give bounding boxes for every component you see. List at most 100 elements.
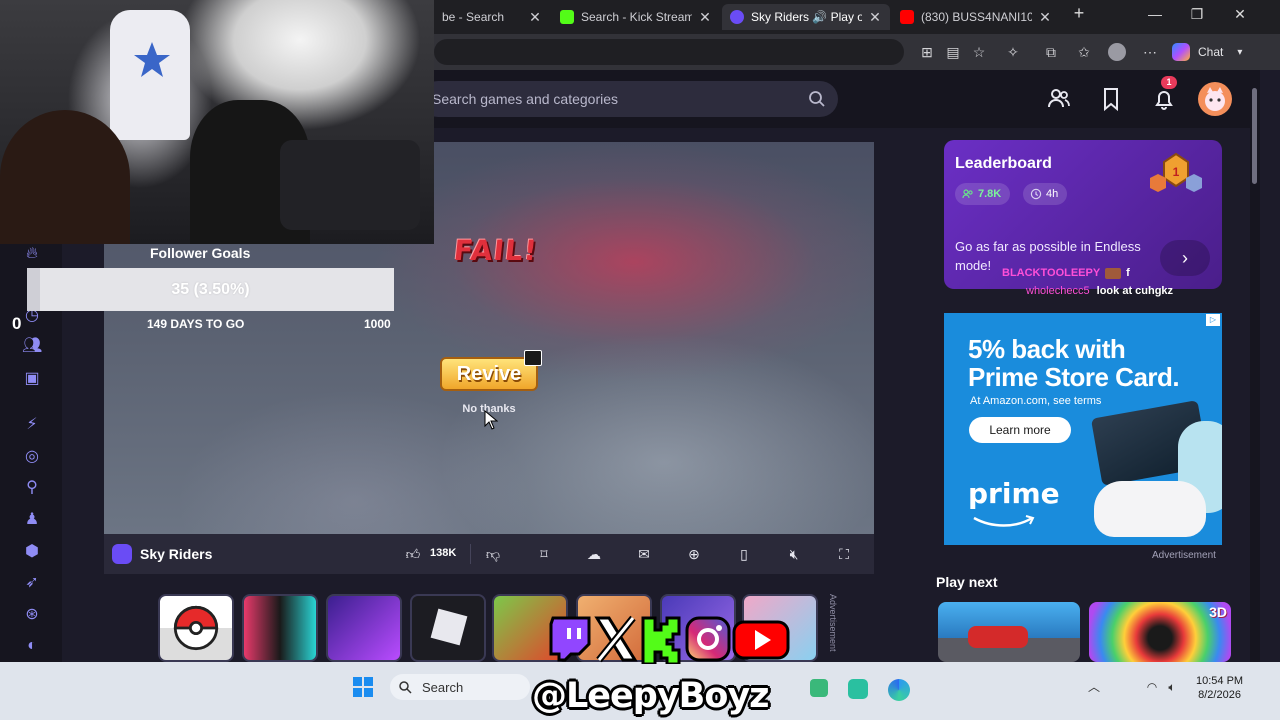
clock-date: 8/2/2026	[1198, 689, 1241, 701]
youtube-favicon-icon	[900, 10, 914, 24]
notification-bell-icon[interactable]	[1151, 86, 1177, 112]
learn-more-button[interactable]: Learn more	[969, 417, 1071, 443]
game-control-bar: Sky Riders 👍︎ 138K 👎︎ ⌑ ☁ ✉ ⊕ ▯ 🔇︎ ⛶	[104, 534, 874, 574]
search-icon	[399, 681, 412, 694]
favorite-star-icon[interactable]: ☆	[970, 43, 988, 61]
mobile-icon[interactable]: ▯	[735, 545, 753, 563]
time-chip: 4h	[1023, 183, 1068, 205]
mouse-cursor-icon	[484, 410, 498, 430]
ad-headline: 5% back with Prime Store Card.	[968, 334, 1180, 392]
game-thumbnail[interactable]	[158, 594, 234, 662]
game-thumbnail[interactable]	[938, 602, 1080, 662]
dislike-icon[interactable]: 👎︎	[484, 545, 502, 563]
scrollbar[interactable]	[1250, 70, 1260, 662]
extensions-icon[interactable]: ✧	[1004, 43, 1022, 61]
close-window-icon[interactable]: ✕	[1230, 6, 1250, 23]
discord-icon[interactable]	[848, 679, 868, 699]
advertisement-banner[interactable]: ▷ 5% back with Prime Store Card. At Amaz…	[944, 313, 1222, 545]
webcam-figure	[0, 110, 130, 244]
x-icon	[594, 615, 638, 663]
chat-text: f	[1126, 267, 1130, 279]
edge-icon[interactable]	[888, 679, 910, 701]
wifi-icon[interactable]: ◠	[1144, 679, 1160, 695]
bookmark-icon[interactable]	[1098, 86, 1124, 112]
ad-choices-icon[interactable]: ▷	[1206, 314, 1220, 326]
app-icon[interactable]	[810, 679, 828, 697]
person-icon[interactable]: ♟	[22, 510, 42, 530]
flame-icon[interactable]: 🔥︎	[22, 244, 42, 264]
mute-icon[interactable]: 🔇︎	[785, 545, 803, 563]
minimize-icon[interactable]: —	[1145, 6, 1165, 22]
kick-favicon-icon	[560, 10, 574, 24]
twitch-icon	[549, 616, 591, 662]
players-chip: 7.8K	[955, 183, 1011, 205]
volume-icon[interactable]: 🔈︎	[1164, 679, 1180, 695]
webcam-object	[280, 140, 420, 230]
apps-icon[interactable]: ⊞	[918, 43, 936, 61]
controller-icon[interactable]: ▣	[22, 369, 42, 389]
chat-username: BLACKTOOLEEPY	[1002, 267, 1100, 279]
profile-icon[interactable]	[1108, 43, 1126, 61]
joystick-icon[interactable]: ⚲	[22, 478, 42, 498]
palette-icon[interactable]: ◐	[22, 636, 42, 656]
browser-tab[interactable]: Search - Kick Streaming ✕	[552, 4, 720, 30]
video-ad-icon	[524, 350, 542, 366]
chevron-up-icon[interactable]: ︿	[1086, 679, 1102, 695]
tab-title: Search - Kick Streaming	[581, 10, 692, 24]
instagram-icon	[685, 616, 731, 662]
divider	[470, 544, 471, 564]
search-icon[interactable]	[808, 90, 826, 108]
steering-icon[interactable]: ⊛	[22, 605, 42, 625]
game-thumbnail[interactable]	[242, 594, 318, 662]
fail-text: FAIL!	[452, 234, 540, 267]
close-tab-icon[interactable]: ✕	[528, 9, 542, 26]
favorites-icon[interactable]: ✩	[1075, 43, 1093, 61]
browser-tab[interactable]: (830) BUSS4NANI10 x E ✕	[892, 4, 1060, 30]
like-icon[interactable]: 👍︎	[404, 545, 422, 563]
rank-badge-icon: 1	[1150, 152, 1202, 192]
game-thumbnail[interactable]	[326, 594, 402, 662]
cube-icon[interactable]: ⬢	[22, 542, 42, 562]
chat-message: BLACKTOOLEEPY f	[1002, 267, 1130, 279]
play-next-title: Play next	[936, 574, 998, 590]
game-thumbnail[interactable]	[410, 594, 486, 662]
friends-icon[interactable]: 👥︎	[22, 336, 42, 356]
rocket-icon[interactable]: ➶	[22, 573, 42, 593]
notification-badge: 1	[1161, 76, 1177, 89]
search-input[interactable]: Search games and categories	[420, 81, 838, 117]
close-tab-icon[interactable]: ✕	[1038, 9, 1052, 26]
close-tab-icon[interactable]: ✕	[698, 9, 712, 26]
split-screen-icon[interactable]: ⧉	[1042, 43, 1060, 61]
close-tab-icon[interactable]: ✕	[868, 9, 882, 26]
amazon-smile-icon	[973, 515, 1035, 527]
embed-icon[interactable]: ⊕	[685, 545, 703, 563]
reader-icon[interactable]: ▤	[944, 43, 962, 61]
time-remaining: 4h	[1046, 188, 1059, 200]
players-icon	[962, 189, 973, 199]
cloud-save-icon[interactable]: ☁	[585, 545, 603, 563]
new-tab-button[interactable]: +	[1069, 3, 1089, 24]
system-clock[interactable]: 10:54 PM 8/2/2026	[1196, 674, 1243, 702]
copilot-chat-button[interactable]: Chat ▾	[1172, 42, 1242, 62]
copilot-icon	[1172, 43, 1190, 61]
clock-time: 10:54 PM	[1196, 675, 1244, 687]
compass-icon[interactable]: ◎	[22, 447, 42, 467]
chevron-right-icon[interactable]: ›	[1160, 240, 1210, 276]
channel-handle: @LeepyBoyz	[532, 676, 770, 716]
more-menu-icon[interactable]: ⋯	[1141, 43, 1159, 61]
feedback-icon[interactable]: ✉	[635, 545, 653, 563]
fullscreen-icon[interactable]: ⛶	[835, 545, 853, 563]
game-thumbnail[interactable]: 3D	[1089, 602, 1231, 662]
friends-icon[interactable]	[1046, 86, 1072, 112]
taskbar-search[interactable]: Search	[390, 674, 530, 700]
browser-tab-active[interactable]: Sky Riders 🔊 Play on C ✕	[722, 4, 890, 30]
bolt-icon[interactable]: ⚡︎	[22, 415, 42, 435]
scrollbar-thumb[interactable]	[1252, 88, 1257, 184]
windows-start-icon[interactable]	[352, 676, 374, 698]
bookmark-icon[interactable]: ⌑	[535, 545, 553, 563]
avatar[interactable]	[1198, 82, 1232, 116]
follower-goal-target: 1000	[364, 317, 391, 331]
browser-tab[interactable]: be - Search ✕	[434, 4, 550, 30]
restore-icon[interactable]: ❐	[1187, 6, 1207, 23]
address-field[interactable]	[434, 39, 904, 65]
